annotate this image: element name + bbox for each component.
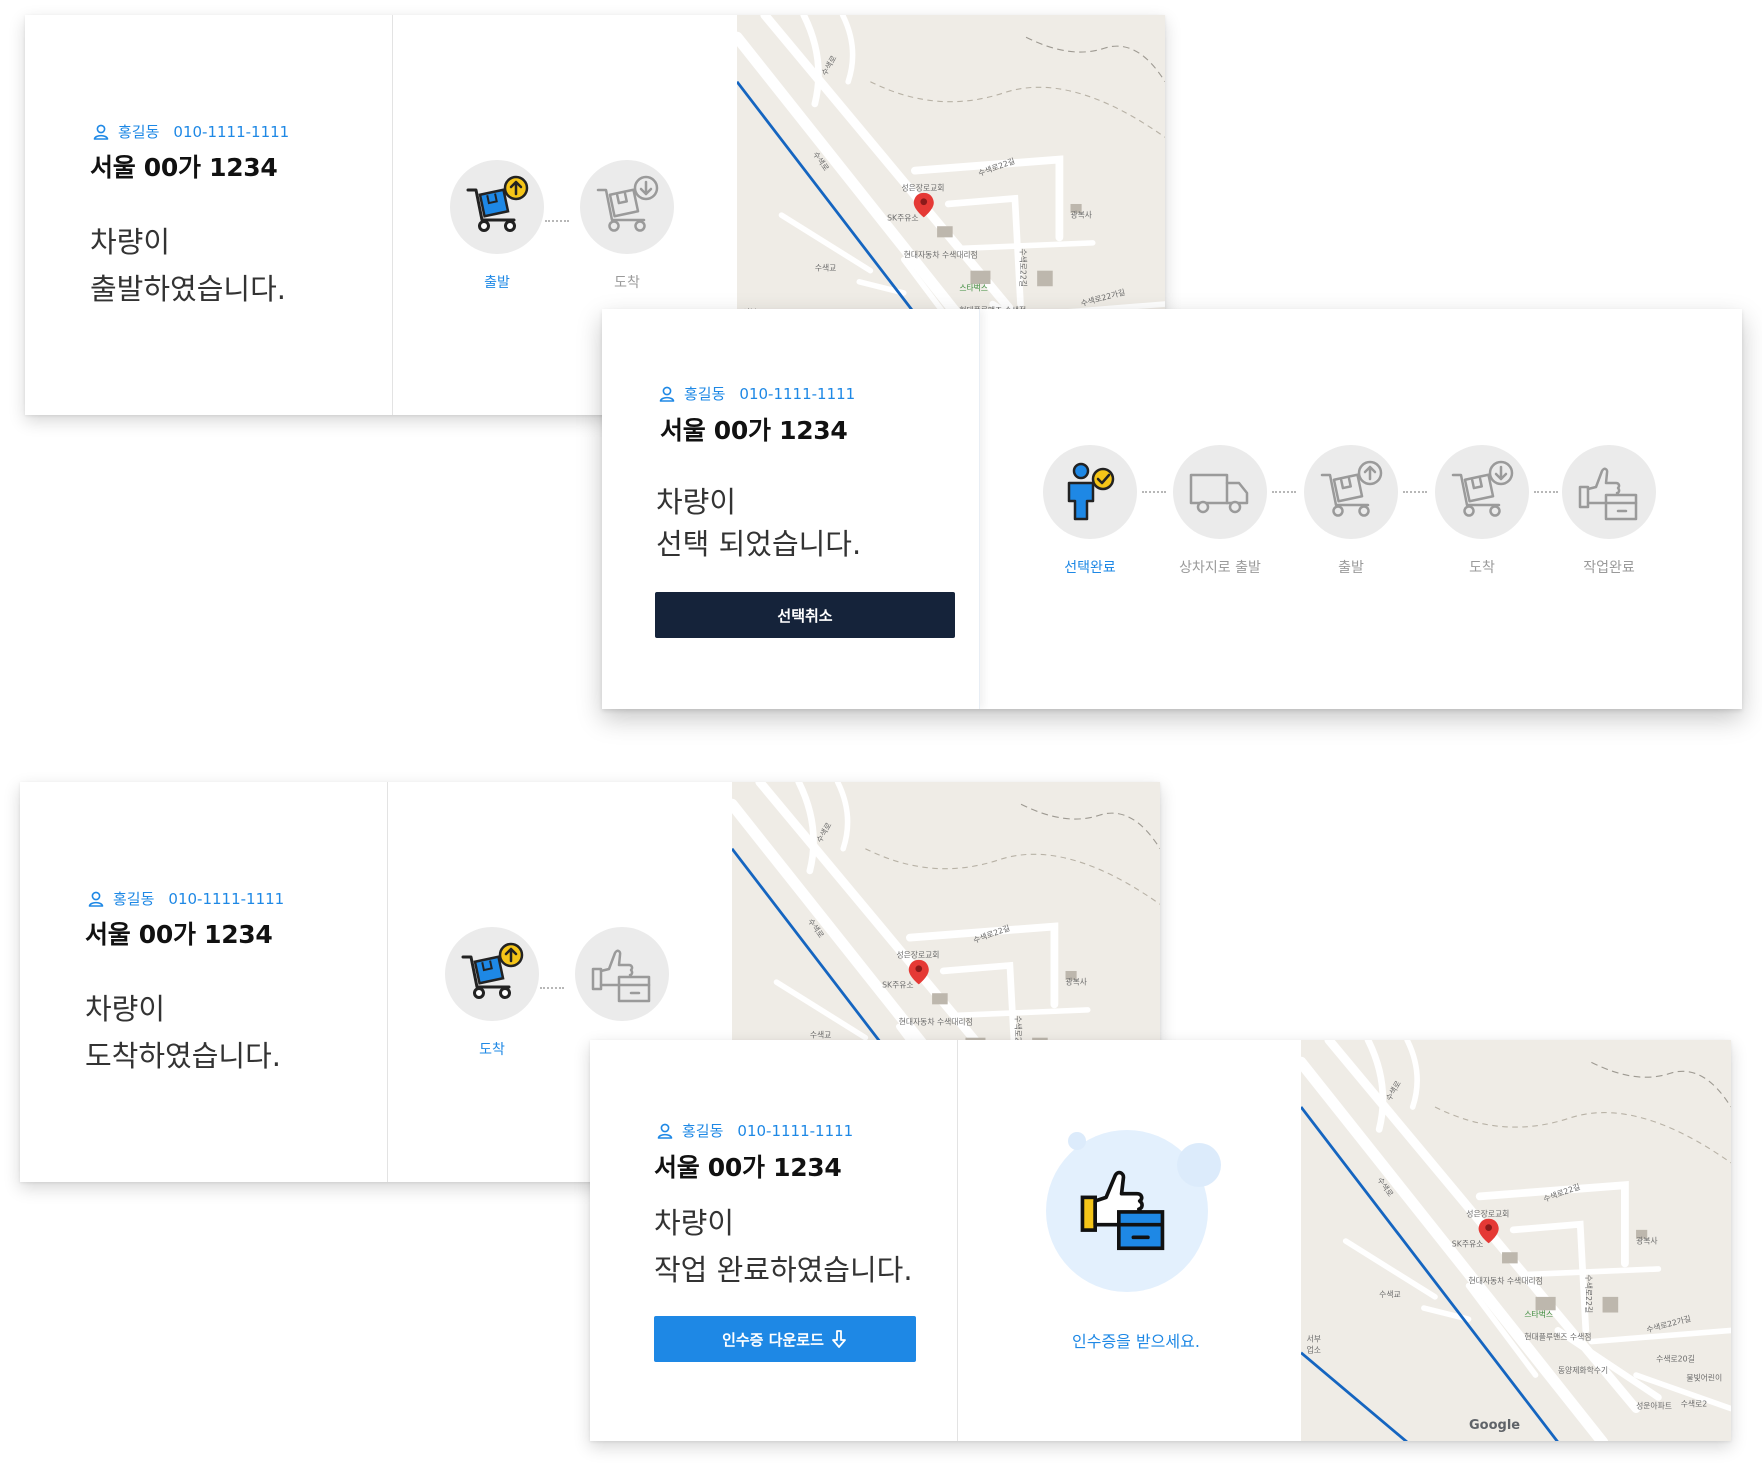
step-label: 출발 <box>1338 560 1364 576</box>
truck-icon <box>1185 457 1255 527</box>
cart-up-icon <box>462 172 532 242</box>
cancel-selection-button[interactable]: 선택취소 <box>655 592 955 638</box>
step-circle <box>1304 445 1398 539</box>
receipt-download-button[interactable]: 인수증 다운로드 <box>654 1316 916 1362</box>
decor-bubble <box>1177 1143 1221 1187</box>
step-circle <box>1043 445 1137 539</box>
step-label: 작업완료 <box>1583 560 1635 576</box>
step-label: 출발 <box>484 275 510 291</box>
map-image <box>1301 1040 1731 1441</box>
driver-name: 홍길동 <box>682 1122 724 1140</box>
step-to-loading: 상차지로 출발 <box>1165 445 1275 577</box>
status-message-line: 차량이 <box>90 225 171 259</box>
step-complete: 작업완료 <box>1554 445 1664 577</box>
cart-up-icon <box>1316 457 1386 527</box>
status-message-line: 출발하였습니다. <box>90 272 286 306</box>
step-circle <box>1173 445 1267 539</box>
download-arrow-icon <box>832 1330 846 1348</box>
driver-phone: 010-1111-1111 <box>739 384 856 403</box>
step-connector <box>1272 491 1296 493</box>
google-logo: Google <box>1469 1418 1521 1433</box>
step-arrive: 도착 <box>572 160 682 292</box>
receipt-download-label: 인수증 다운로드 <box>722 1330 824 1349</box>
step-label: 도착 <box>614 275 640 291</box>
driver-phone: 010-1111-1111 <box>168 889 285 908</box>
step-selected: 선택완료 <box>1035 445 1145 577</box>
driver-name: 홍길동 <box>113 890 155 908</box>
status-message-line: 작업 완료하였습니다. <box>654 1253 913 1287</box>
driver-name: 홍길동 <box>684 385 726 403</box>
step-label: 상차지로 출발 <box>1179 560 1261 576</box>
driver-phone: 010-1111-1111 <box>173 122 290 141</box>
driver-phone: 010-1111-1111 <box>737 1121 854 1140</box>
vehicle-info-panel: 홍길동 010-1111-1111 서울 00가 1234 차량이 출발하였습니… <box>25 15 393 415</box>
step-arrive: 도착 <box>1427 445 1537 577</box>
user-icon <box>656 1122 674 1140</box>
step-connector <box>1142 491 1166 493</box>
map-view[interactable]: Google <box>1301 1040 1731 1441</box>
status-message-line: 선택 되었습니다. <box>656 527 862 561</box>
thumbs-up-box-icon <box>1077 1161 1177 1261</box>
vehicle-info-panel: 홍길동 010-1111-1111 서울 00가 1234 차량이 선택 되었습… <box>602 309 980 709</box>
status-message-line: 차량이 <box>85 992 166 1026</box>
status-message: 차량이 작업 완료하였습니다. <box>654 1200 913 1294</box>
vehicle-plate: 서울 00가 1234 <box>90 153 278 182</box>
vehicle-plate: 서울 00가 1234 <box>660 416 848 445</box>
step-connector <box>545 220 569 222</box>
vehicle-info-panel: 홍길동 010-1111-1111 서울 00가 1234 차량이 도착하였습니… <box>20 782 388 1182</box>
cart-down-icon <box>592 172 662 242</box>
vehicle-info-panel: 홍길동 010-1111-1111 서울 00가 1234 차량이 작업 완료하… <box>590 1040 958 1441</box>
user-icon <box>92 123 110 141</box>
step-arrive: 도착 <box>437 927 547 1059</box>
driver-info: 홍길동 010-1111-1111 <box>92 121 289 142</box>
cart-up-icon <box>457 939 527 1009</box>
thumbs-up-box-icon <box>1574 457 1644 527</box>
person-check-icon <box>1055 457 1125 527</box>
step-circle <box>1435 445 1529 539</box>
vehicle-plate: 서울 00가 1234 <box>85 920 273 949</box>
step-circle <box>580 160 674 254</box>
step-circle <box>1562 445 1656 539</box>
step-connector <box>1403 491 1427 493</box>
step-label: 도착 <box>1469 560 1495 576</box>
status-message-line: 차량이 <box>656 485 737 519</box>
receipt-prompt: 인수증을 받으세요. <box>1072 1332 1200 1351</box>
step-circle <box>445 927 539 1021</box>
step-label: 도착 <box>479 1042 505 1058</box>
cart-down-icon <box>1447 457 1517 527</box>
status-message-line: 차량이 <box>654 1206 735 1240</box>
step-label: 선택완료 <box>1064 560 1116 576</box>
driver-info: 홍길동 010-1111-1111 <box>656 1120 853 1141</box>
user-icon <box>87 890 105 908</box>
status-card-completed: 홍길동 010-1111-1111 서울 00가 1234 차량이 작업 완료하… <box>590 1040 1731 1441</box>
step-depart: 출발 <box>1296 445 1406 577</box>
step-circle <box>575 927 669 1021</box>
step-depart: 출발 <box>442 160 552 292</box>
driver-info: 홍길동 010-1111-1111 <box>87 888 284 909</box>
driver-info: 홍길동 010-1111-1111 <box>658 383 855 404</box>
vehicle-plate: 서울 00가 1234 <box>654 1153 842 1182</box>
user-icon <box>658 385 676 403</box>
thumbs-up-box-icon <box>587 939 657 1009</box>
status-card-selected: 홍길동 010-1111-1111 서울 00가 1234 차량이 선택 되었습… <box>602 309 1742 709</box>
status-message: 차량이 출발하였습니다. <box>90 219 286 313</box>
status-message-line: 도착하였습니다. <box>85 1039 281 1073</box>
step-circle <box>450 160 544 254</box>
status-message: 차량이 도착하였습니다. <box>85 986 281 1080</box>
decor-bubble <box>1068 1132 1086 1150</box>
step-connector <box>540 987 564 989</box>
status-message: 차량이 선택 되었습니다. <box>656 481 861 565</box>
driver-name: 홍길동 <box>118 123 160 141</box>
